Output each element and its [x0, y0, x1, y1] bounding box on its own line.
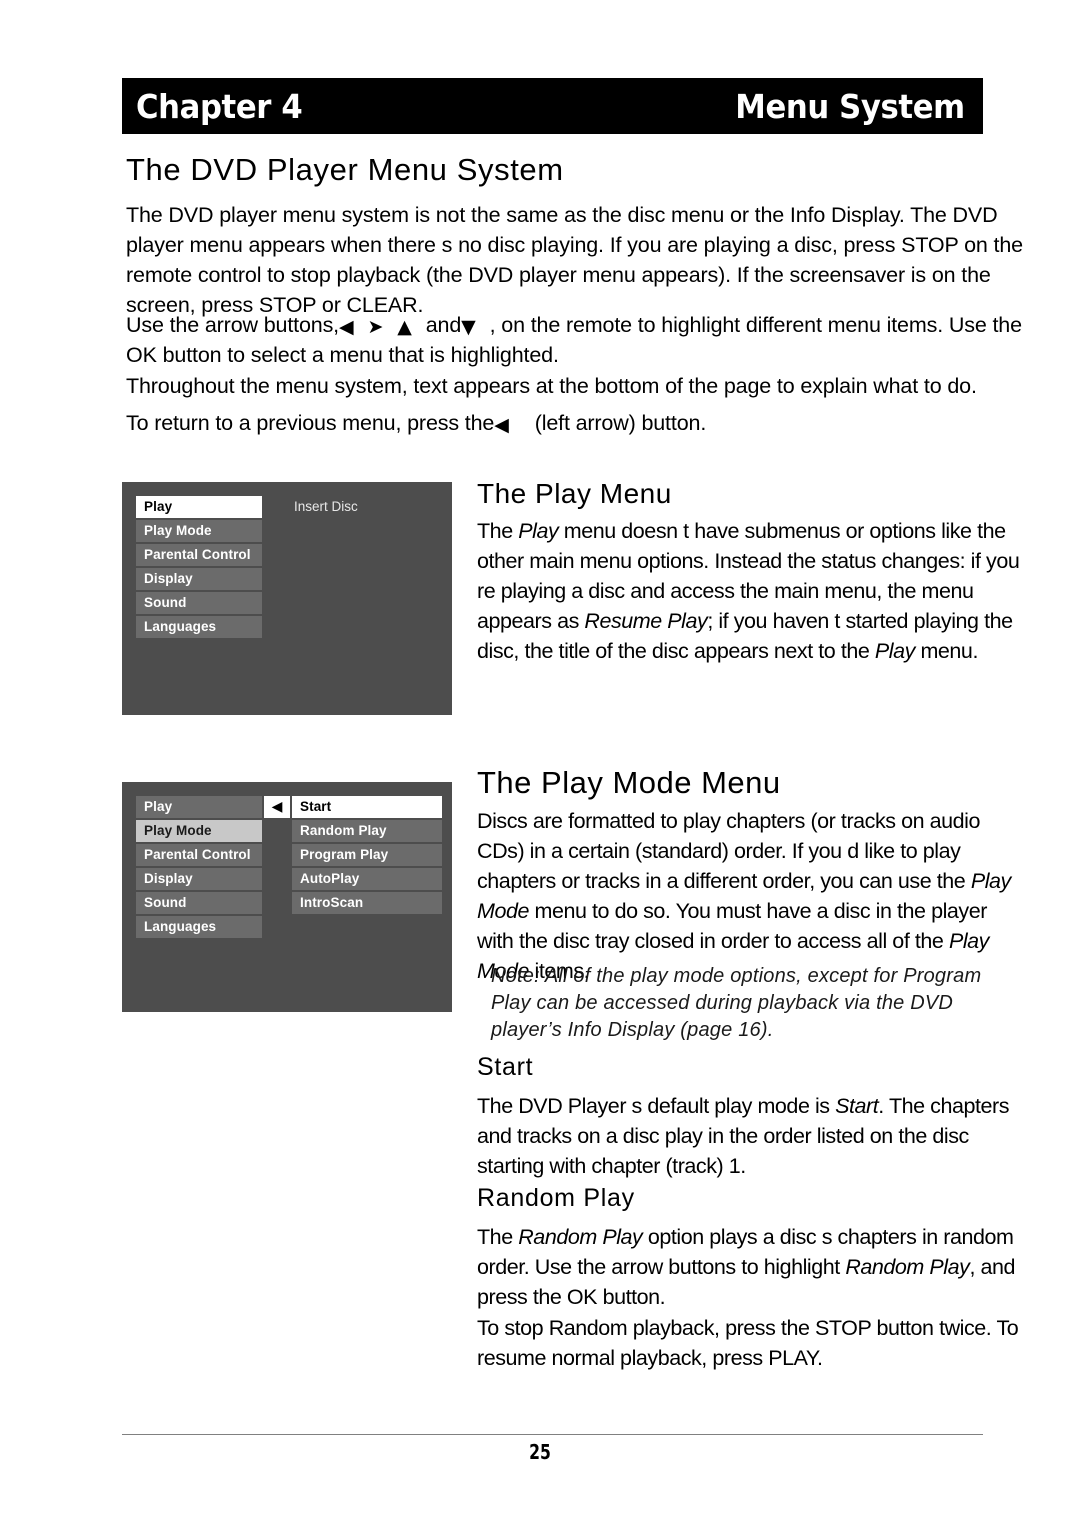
- dvd-menu-item-display[interactable]: Display: [136, 868, 262, 890]
- chapter-header-bar: Chapter 4 Menu System: [122, 78, 983, 134]
- arrow-right-icon: ➤: [367, 316, 384, 338]
- dvd-menu-item-sound[interactable]: Sound: [136, 892, 262, 914]
- intro-p2-and: and: [425, 313, 462, 337]
- dvd-menu-item-languages[interactable]: Languages: [136, 916, 262, 938]
- play-mode-note: Note: All of the play mode options, exce…: [491, 965, 982, 1041]
- play-menu-body-4: menu.: [914, 639, 978, 663]
- random-play-body-1: The: [477, 1225, 519, 1249]
- heading-random-play: Random Play: [477, 1184, 635, 1212]
- play-menu-italic-resume-play: Resume Play: [584, 609, 708, 633]
- play-mode-body-1: Discs are formatted to play chapters (or…: [477, 809, 980, 893]
- dvd-menu-item-languages[interactable]: Languages: [136, 616, 262, 638]
- arrow-up-icon: ▲: [397, 316, 412, 338]
- dvd-submenu-item-program-play[interactable]: Program Play: [292, 844, 442, 866]
- dvd-submenu-item-introscan[interactable]: IntroScan: [292, 892, 442, 914]
- start-body: The DVD Player s default play mode is St…: [477, 1091, 1025, 1181]
- arrow-left-icon: ◀: [339, 316, 354, 338]
- arrow-left-icon: ◀: [494, 414, 509, 436]
- dvd-menu-item-display[interactable]: Display: [136, 568, 262, 590]
- intro-paragraph-4: To return to a previous menu, press the◀…: [126, 408, 1024, 438]
- intro-paragraph-2: Use the arrow buttons,◀ ➤ ▲ and▼, on the re…: [126, 310, 1024, 370]
- chapter-title: Menu System: [735, 86, 966, 126]
- random-play-body: The Random Play option plays a disc s ch…: [477, 1222, 1025, 1312]
- dvd-menu-item-play-mode[interactable]: Play Mode: [136, 520, 262, 542]
- heading-the-play-menu: The Play Menu: [477, 478, 672, 509]
- dvd-menu-item-parental-control[interactable]: Parental Control: [136, 844, 262, 866]
- intro-paragraph-3: Throughout the menu system, text appears…: [126, 374, 977, 398]
- intro-paragraph-1: The DVD player menu system is not the sa…: [126, 203, 1023, 317]
- intro-p4-text-b: (left arrow) button.: [534, 411, 707, 435]
- dvd-main-menu-list: Play Play Mode Parental Control Display …: [136, 496, 262, 640]
- dvd-menu-item-sound[interactable]: Sound: [136, 592, 262, 614]
- page-title: The DVD Player Menu System: [126, 152, 564, 187]
- dvd-submenu-item-autoplay[interactable]: AutoPlay: [292, 868, 442, 890]
- dvd-menu-item-play-mode[interactable]: Play Mode: [136, 820, 262, 842]
- play-menu-body-1: The: [477, 519, 519, 543]
- dvd-submenu-item-random-play[interactable]: Random Play: [292, 820, 442, 842]
- chapter-label: Chapter 4: [136, 86, 303, 126]
- arrow-down-icon: ▼: [461, 316, 476, 338]
- play-menu-italic-play: Play: [518, 519, 559, 543]
- heading-start: Start: [477, 1053, 534, 1081]
- dvd-submenu-list: Start Random Play Program Play AutoPlay …: [292, 796, 442, 916]
- play-mode-body-2: menu to do so. You must have a disc in t…: [477, 899, 987, 953]
- dvd-menu-item-play[interactable]: Play: [136, 796, 262, 818]
- intro-p4-text-a: To return to a previous menu, press the: [126, 411, 495, 435]
- random-play-italic-1: Random Play: [518, 1225, 643, 1249]
- back-arrow-icon[interactable]: ◀: [264, 796, 290, 818]
- dvd-submenu-item-start[interactable]: Start: [292, 796, 442, 818]
- play-menu-body: The Play menu doesn t have submenus or o…: [477, 516, 1025, 666]
- footer-divider: [122, 1434, 983, 1435]
- intro-p2-text-a: Use the arrow buttons,: [126, 313, 340, 337]
- play-menu-italic-play-2: Play: [874, 639, 915, 663]
- random-play-body-4: To stop Random playback, press the STOP …: [477, 1316, 1019, 1370]
- random-play-italic-2: Random Play: [845, 1255, 970, 1279]
- dvd-menu-screenshot-play: Play Play Mode Parental Control Display …: [122, 482, 452, 715]
- play-mode-body: Discs are formatted to play chapters (or…: [477, 806, 1025, 986]
- start-body-1: The DVD Player s default play mode is: [477, 1094, 836, 1118]
- dvd-menu-screenshot-play-mode: Play Play Mode Parental Control Display …: [122, 782, 452, 1012]
- dvd-menu-item-play[interactable]: Play: [136, 496, 262, 518]
- start-italic-start: Start: [835, 1094, 879, 1118]
- dvd-main-menu-list: Play Play Mode Parental Control Display …: [136, 796, 262, 940]
- dvd-menu-item-parental-control[interactable]: Parental Control: [136, 544, 262, 566]
- dvd-status-text: Insert Disc: [294, 499, 358, 514]
- page-number: 25: [529, 1440, 551, 1464]
- heading-the-play-mode-menu: The Play Mode Menu: [477, 765, 781, 800]
